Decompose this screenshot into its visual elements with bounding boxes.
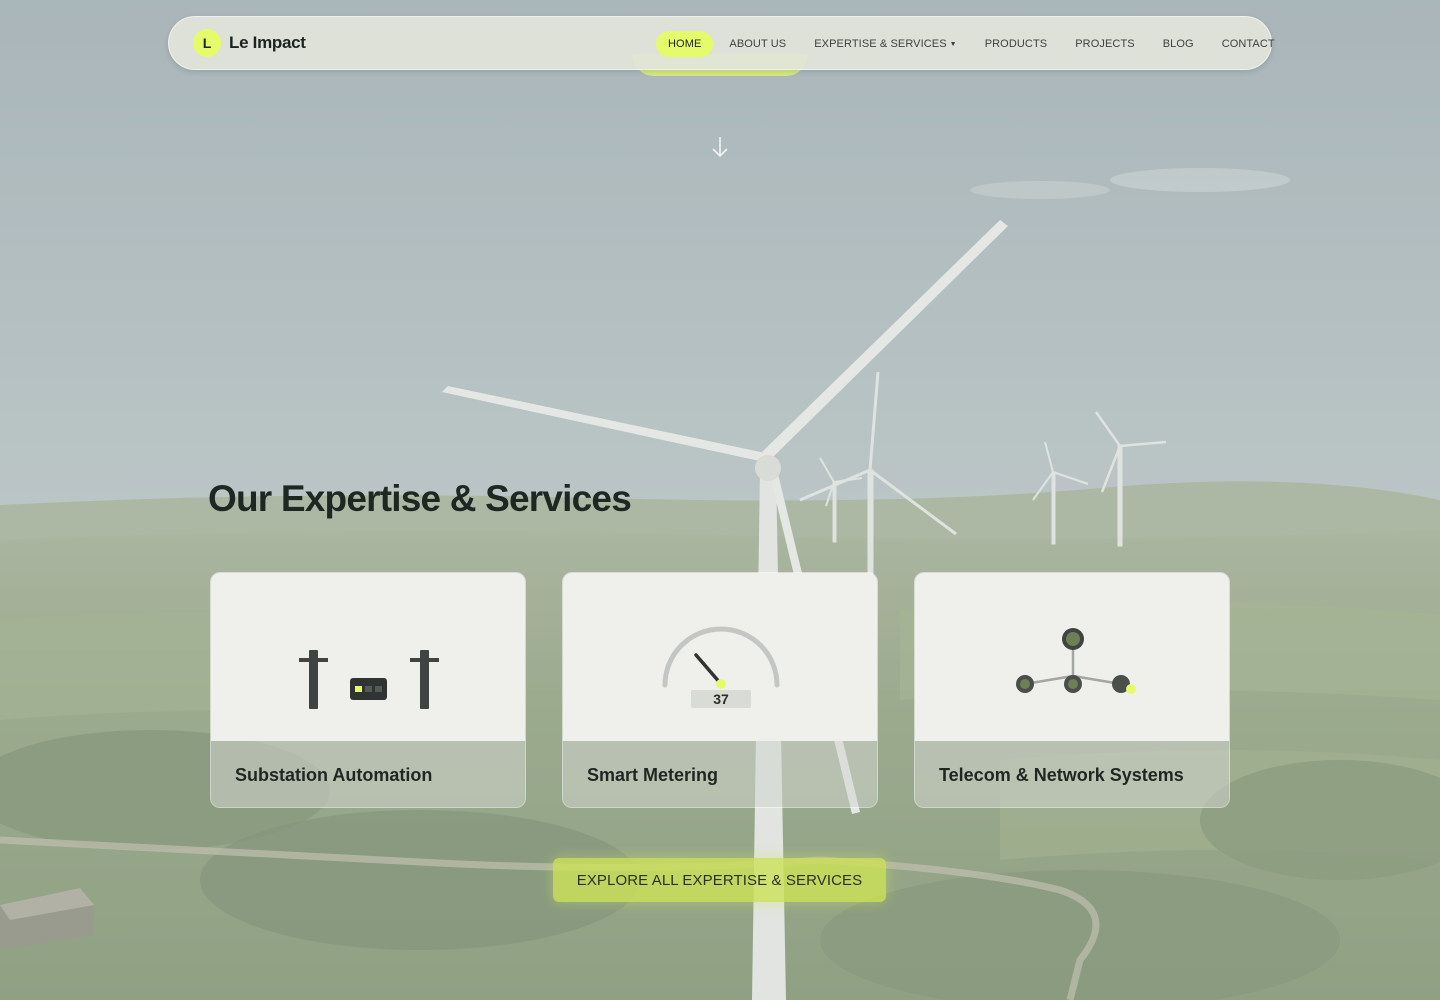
substation-icon [299,650,439,709]
card-illustration [915,573,1229,741]
card-title: Smart Metering [587,765,719,785]
brand-logo-letter: L [202,35,212,51]
nav-item-home[interactable]: HOME [656,31,714,57]
gauge-icon [662,626,780,708]
main-menu: HOME ABOUT US EXPERTISE & SERVICES ▼ PROD… [656,30,1291,58]
service-card-substation-automation[interactable]: Substation Automation [210,572,526,808]
nav-item-about-us[interactable]: ABOUT US [717,31,798,57]
nav-item-products[interactable]: PRODUCTS [973,31,1060,57]
arrow-down-icon[interactable] [708,134,732,160]
card-illustration [211,573,525,741]
nav-item-expertise-label: EXPERTISE & SERVICES [814,38,947,50]
top-navigation-bar: L Le Impact HOME ABOUT US EXPERTISE & SE… [168,16,1275,70]
section-title: Our Expertise & Services [208,478,632,519]
brand-name: Le Impact [229,33,306,52]
chevron-down-icon: ▼ [949,40,957,48]
network-nodes-icon [1016,628,1136,694]
nav-item-blog[interactable]: BLOG [1151,31,1206,57]
gauge-readout: 37 [713,691,729,707]
card-title: Substation Automation [235,765,433,785]
card-title: Telecom & Network Systems [939,765,1184,785]
service-card-telecom-network-systems[interactable]: Telecom & Network Systems [914,572,1230,808]
brand-logo-link[interactable]: L Le Impact [193,29,306,57]
brand-logo-icon: L [193,29,221,57]
service-card-smart-metering[interactable]: 37 Smart Metering [562,572,878,808]
card-illustration: 37 [563,573,877,741]
nav-item-projects[interactable]: PROJECTS [1063,31,1146,57]
nav-item-contact[interactable]: CONTACT [1210,31,1287,57]
explore-all-services-button[interactable]: EXPLORE ALL EXPERTISE & SERVICES [553,858,886,902]
nav-item-expertise-services[interactable]: EXPERTISE & SERVICES ▼ [802,31,968,57]
